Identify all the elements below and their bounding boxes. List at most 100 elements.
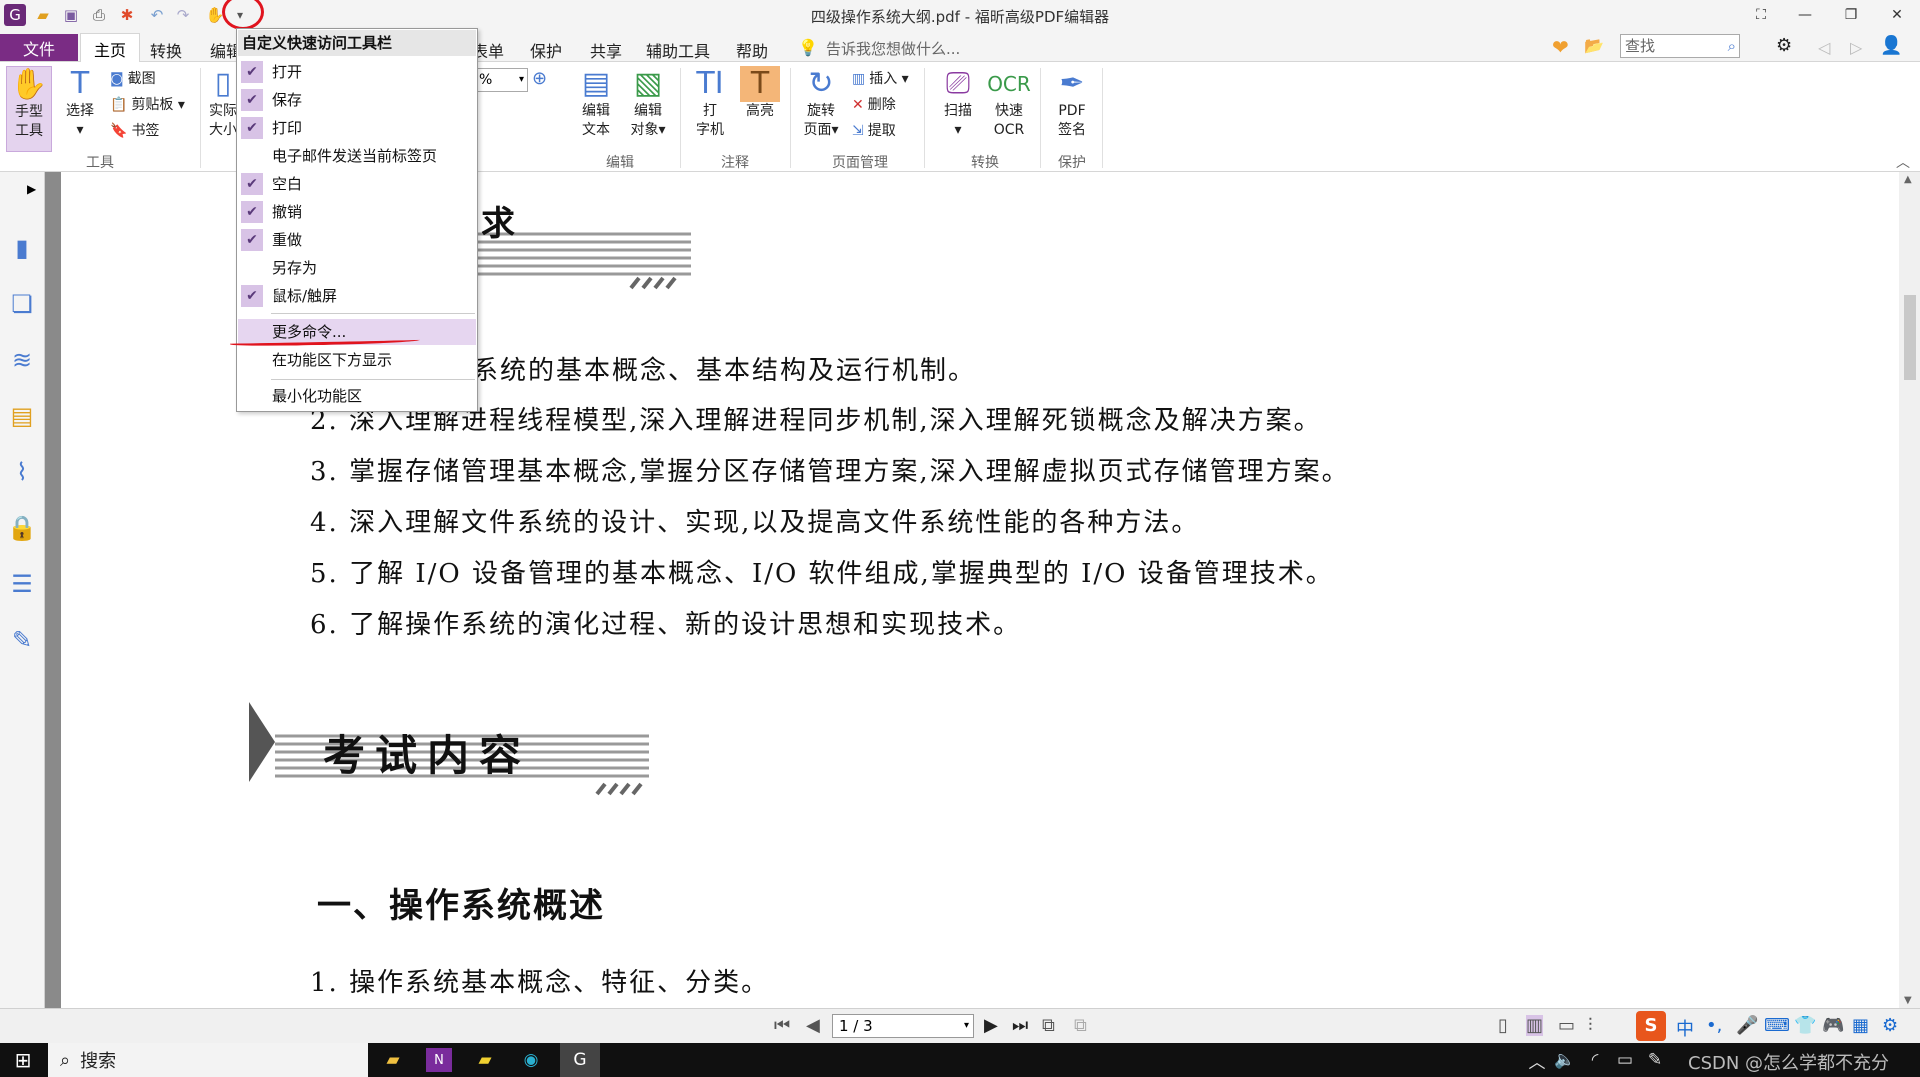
facing-view-icon[interactable]: ▭ (1558, 1015, 1575, 1036)
select-button[interactable]: T 选择 ▾ (60, 66, 100, 140)
user-icon[interactable]: 👤 (1880, 35, 1902, 56)
bookmark-button[interactable]: 🔖 书签 (110, 120, 159, 140)
page-thumbnail-icon[interactable]: ▮ (6, 232, 38, 264)
screenshot-button[interactable]: ◙ 截图 (110, 68, 156, 88)
gear-icon[interactable]: ⚙ (1776, 35, 1792, 56)
menu-item-minimize-ribbon[interactable]: 最小化功能区 (238, 383, 476, 409)
volume-icon[interactable]: 🔈 (1552, 1048, 1578, 1072)
wifi-icon[interactable]: ◜ (1582, 1048, 1608, 1072)
search-icon[interactable]: ⌕ (1728, 35, 1736, 57)
lock-icon[interactable]: 🔒 (6, 512, 38, 544)
comments-icon[interactable]: ▤ (6, 400, 38, 432)
menu-item-save-as[interactable]: 另存为 (238, 255, 476, 281)
search-input[interactable]: 查找 ⌕ (1620, 34, 1740, 58)
tools-group-label: 工具 (86, 155, 114, 171)
paste-page-icon[interactable]: ⧉ (1074, 1015, 1087, 1036)
edit-text-button[interactable]: ▤ 编辑 文本 (574, 66, 618, 140)
insert-button[interactable]: ▥ 插入 ▾ (852, 68, 909, 88)
tab-convert[interactable]: 转换 (150, 38, 182, 62)
quick-ocr-button[interactable]: OCR 快速 OCR (986, 66, 1032, 140)
single-page-view-icon[interactable]: ▯ (1498, 1015, 1508, 1036)
ime-settings-icon[interactable]: ⚙ (1882, 1015, 1898, 1036)
menu-item-save[interactable]: ✔ 保存 (238, 87, 476, 113)
back-arrow-icon[interactable]: ◁ (1818, 38, 1830, 57)
ime-punct-icon[interactable]: •, (1706, 1015, 1722, 1036)
pdf-sign-button[interactable]: ✒ PDF 签名 (1050, 66, 1094, 140)
onenote-icon[interactable]: N (426, 1048, 452, 1072)
menu-item-undo[interactable]: ✔ 撤销 (238, 199, 476, 225)
next-page-icon[interactable]: ▶ (984, 1015, 998, 1036)
close-button[interactable]: ✕ (1874, 0, 1920, 30)
ime-skin-icon[interactable]: 👕 (1794, 1015, 1816, 1036)
layers-icon[interactable]: ≋ (6, 344, 38, 376)
foxit-taskbar-icon[interactable]: G (560, 1043, 600, 1077)
page-number-input[interactable]: 1 / 3 ▾ (832, 1014, 974, 1038)
rotate-page-button[interactable]: ↻ 旋转 页面▾ (798, 66, 844, 140)
delete-button[interactable]: ✕ 删除 (852, 94, 896, 114)
prev-page-icon[interactable]: ◀ (806, 1015, 820, 1036)
hand-tool-button[interactable]: ✋ 手型 工具 (6, 66, 52, 152)
menu-item-show-below[interactable]: 在功能区下方显示 (238, 347, 476, 373)
form-fields-icon[interactable]: ☰ (6, 568, 38, 600)
menu-item-email[interactable]: 电子邮件发送当前标签页 (238, 143, 476, 169)
menu-item-print[interactable]: ✔ 打印 (238, 115, 476, 141)
highlight-button[interactable]: T 高亮 (740, 66, 780, 121)
actual-size-button[interactable]: ▯ 实际 大小 (208, 66, 238, 140)
split-view-icon[interactable]: ⫶ (1588, 1015, 1593, 1036)
ime-grid-icon[interactable]: ▦ (1852, 1015, 1869, 1036)
rotate-label-1: 旋转 (807, 103, 835, 119)
extract-button[interactable]: ⇲ 提取 (852, 120, 896, 140)
sticky-notes-icon[interactable]: ▰ (472, 1048, 498, 1072)
search-icon: ⌕ (60, 1049, 71, 1071)
typewriter-button[interactable]: TI 打 字机 (688, 66, 732, 140)
collapse-ribbon-icon[interactable]: ︿ (1896, 152, 1910, 172)
expand-panel-icon[interactable]: ▶ (27, 182, 36, 196)
edge-icon[interactable]: ◉ (518, 1048, 544, 1072)
heart-icon[interactable]: ❤ (1552, 35, 1569, 59)
fullscreen-icon[interactable]: ⛶ (1738, 0, 1784, 30)
scroll-down-icon[interactable]: ▼ (1904, 995, 1912, 1006)
scroll-up-icon[interactable]: ▲ (1904, 174, 1912, 185)
copy-page-icon[interactable]: ⧉ (1042, 1015, 1055, 1036)
zoom-in-icon[interactable]: ⊕ (532, 68, 547, 89)
continuous-view-icon[interactable]: ▥ (1526, 1015, 1544, 1036)
scroll-thumb[interactable] (1904, 295, 1916, 380)
tab-help[interactable]: 帮助 (736, 38, 768, 62)
last-page-icon[interactable]: ⏭ (1012, 1015, 1028, 1036)
edit-object-button[interactable]: ▧ 编辑 对象▾ (624, 66, 672, 140)
rotate-icon: ↻ (808, 66, 834, 101)
ime-game-icon[interactable]: 🎮 (1822, 1015, 1844, 1036)
find-folder-icon[interactable]: 📂 (1584, 36, 1604, 55)
tab-file[interactable]: 文件 (0, 34, 78, 61)
menu-item-open[interactable]: ✔ 打开 (238, 59, 476, 85)
clipboard-button[interactable]: 📋 剪贴板 ▾ (110, 94, 185, 114)
menu-item-blank[interactable]: ✔ 空白 (238, 171, 476, 197)
attachment-icon[interactable]: ⌇ (6, 456, 38, 488)
ime-keyboard-icon[interactable]: ⌨ (1764, 1015, 1790, 1036)
signature-tool-icon[interactable]: ✎ (6, 624, 38, 656)
tab-assist[interactable]: 辅助工具 (646, 38, 710, 62)
sogou-ime-icon[interactable]: S (1636, 1011, 1666, 1041)
restore-button[interactable]: ❐ (1828, 0, 1874, 30)
ime-mic-icon[interactable]: 🎤 (1736, 1015, 1758, 1036)
taskbar-search[interactable]: ⌕ 搜索 (48, 1043, 368, 1077)
menu-item-mouse-touch[interactable]: ✔ 鼠标/触屏 (238, 283, 476, 309)
menu-item-redo[interactable]: ✔ 重做 (238, 227, 476, 253)
file-explorer-icon[interactable]: ▰ (380, 1048, 406, 1072)
tab-share[interactable]: 共享 (590, 38, 622, 62)
tab-protect[interactable]: 保护 (530, 38, 562, 62)
pen-icon[interactable]: ✎ (1642, 1048, 1668, 1072)
forward-arrow-icon[interactable]: ▷ (1850, 38, 1862, 57)
pages-icon[interactable]: ❏ (6, 288, 38, 320)
battery-icon[interactable]: ▭ (1612, 1048, 1638, 1072)
tell-me-input[interactable]: 告诉我您想做什么... (826, 38, 960, 59)
zoom-select[interactable]: % ▾ (476, 68, 528, 92)
scan-button[interactable]: ⎚ 扫描 ▾ (936, 66, 980, 140)
minimize-button[interactable]: — (1782, 0, 1828, 30)
windows-start-icon[interactable]: ⊞ (10, 1048, 36, 1072)
status-bar: ⏮ ◀ 1 / 3 ▾ ▶ ⏭ ⧉ ⧉ ▯ ▥ ▭ ⫶ S 中 •, 🎤 ⌨ 👕… (0, 1008, 1920, 1043)
tray-chevron-icon[interactable]: ︿ (1524, 1048, 1550, 1073)
first-page-icon[interactable]: ⏮ (774, 1015, 790, 1036)
ime-chinese-icon[interactable]: 中 (1676, 1015, 1694, 1041)
tab-home[interactable]: 主页 (80, 33, 140, 63)
